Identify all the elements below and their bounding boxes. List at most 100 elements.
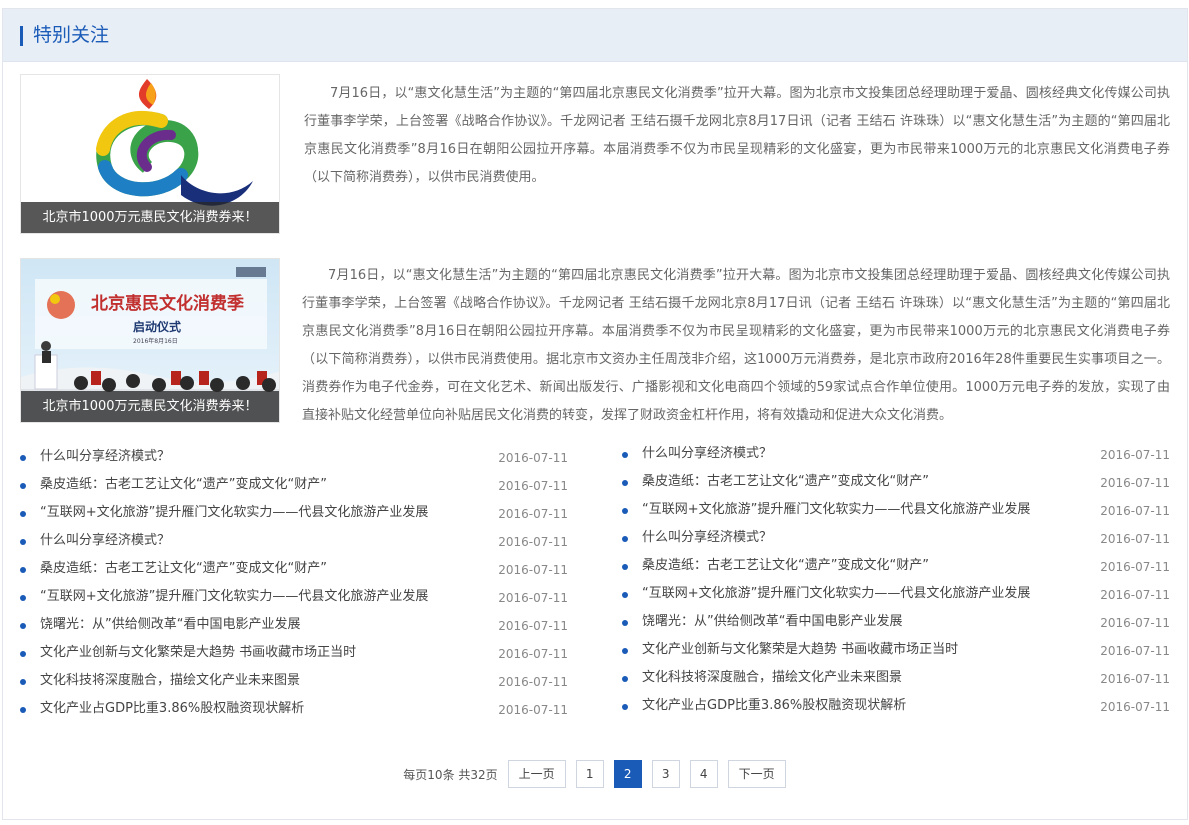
news-date: 2016-07-11 bbox=[498, 647, 568, 661]
news-list-left: 什么叫分享经济模式？ 2016-07-11 桑皮造纸：古老工艺让文化“遗产”变成文… bbox=[20, 443, 568, 723]
bullet-dot-icon bbox=[622, 592, 628, 598]
bullet-dot-icon bbox=[622, 620, 628, 626]
bullet-dot-icon bbox=[20, 679, 26, 685]
banner-subtitle: 启动仪式 bbox=[133, 319, 181, 334]
news-date: 2016-07-11 bbox=[498, 563, 568, 577]
list-item: 饶曙光：从”供给侧改革“看中国电影产业发展 2016-07-11 bbox=[20, 611, 568, 639]
news-link[interactable]: 桑皮造纸：古老工艺让文化“遗产”变成文化“财产” bbox=[642, 468, 929, 496]
bullet-dot-icon bbox=[20, 595, 26, 601]
list-item: “互联网+文化旅游”提升雁门文化软实力——代县文化旅游产业发展 2016-07-1… bbox=[622, 580, 1170, 608]
list-item: 什么叫分享经济模式？ 2016-07-11 bbox=[20, 443, 568, 471]
page-button-4[interactable]: 4 bbox=[689, 760, 718, 788]
news-date: 2016-07-11 bbox=[498, 703, 568, 717]
news-link[interactable]: “互联网+文化旅游”提升雁门文化软实力——代县文化旅游产业发展 bbox=[642, 580, 1030, 608]
news-date: 2016-07-11 bbox=[498, 591, 568, 605]
list-item: 文化产业创新与文化繁荣是大趋势 书画收藏市场正当时 2016-07-11 bbox=[622, 636, 1170, 664]
bullet-dot-icon bbox=[622, 676, 628, 682]
feature-thumbnail-2[interactable]: 北京惠民文化消费季 启动仪式 2016年8月16日 北京市1000万元惠民文化消… bbox=[20, 258, 280, 423]
feature-summary-1: 7月16日，以“惠文化慧生活”为主题的“第四届北京惠民文化消费季”拉开大幕。图为… bbox=[304, 86, 1170, 185]
bullet-dot-icon bbox=[20, 707, 26, 713]
news-date: 2016-07-11 bbox=[1100, 588, 1170, 602]
bullet-dot-icon bbox=[20, 511, 26, 517]
bullet-dot-icon bbox=[20, 455, 26, 461]
news-link[interactable]: 饶曙光：从”供给侧改革“看中国电影产业发展 bbox=[642, 608, 902, 636]
bullet-dot-icon bbox=[622, 564, 628, 570]
list-item: 桑皮造纸：古老工艺让文化“遗产”变成文化“财产” 2016-07-11 bbox=[622, 468, 1170, 496]
news-link[interactable]: 文化产业创新与文化繁荣是大趋势 书画收藏市场正当时 bbox=[40, 639, 356, 667]
pagination-info: 每页10条 共32页 bbox=[403, 767, 498, 782]
prev-page-button[interactable]: 上一页 bbox=[507, 760, 566, 788]
bullet-dot-icon bbox=[20, 483, 26, 489]
news-link[interactable]: 什么叫分享经济模式？ bbox=[40, 443, 170, 471]
news-date: 2016-07-11 bbox=[1100, 476, 1170, 490]
news-date: 2016-07-11 bbox=[498, 535, 568, 549]
news-link[interactable]: 桑皮造纸：古老工艺让文化“遗产”变成文化“财产” bbox=[642, 552, 929, 580]
section-title: 特别关注 bbox=[33, 24, 110, 46]
banner-date: 2016年8月16日 bbox=[133, 337, 178, 345]
news-date: 2016-07-11 bbox=[1100, 504, 1170, 518]
list-item: “互联网+文化旅游”提升雁门文化软实力——代县文化旅游产业发展 2016-07-1… bbox=[622, 496, 1170, 524]
list-item: “互联网+文化旅游”提升雁门文化软实力——代县文化旅游产业发展 2016-07-1… bbox=[20, 583, 568, 611]
news-date: 2016-07-11 bbox=[498, 507, 568, 521]
news-link[interactable]: 文化产业占GDP比重3.86%股权融资现状解析 bbox=[40, 695, 304, 723]
list-item: 饶曙光：从”供给侧改革“看中国电影产业发展 2016-07-11 bbox=[622, 608, 1170, 636]
page-button-3[interactable]: 3 bbox=[651, 760, 680, 788]
page-button-2[interactable]: 2 bbox=[613, 760, 642, 788]
list-item: 文化科技将深度融合，描绘文化产业未来图景 2016-07-11 bbox=[20, 667, 568, 695]
news-link[interactable]: 文化科技将深度融合，描绘文化产业未来图景 bbox=[40, 667, 300, 695]
bullet-dot-icon bbox=[622, 536, 628, 542]
pagination: 每页10条 共32页 上一页 1 2 3 4 下一页 bbox=[0, 760, 1189, 788]
news-date: 2016-07-11 bbox=[1100, 532, 1170, 546]
list-item: 文化科技将深度融合，描绘文化产业未来图景 2016-07-11 bbox=[622, 664, 1170, 692]
list-item: 文化产业占GDP比重3.86%股权融资现状解析 2016-07-11 bbox=[20, 695, 568, 723]
news-date: 2016-07-11 bbox=[498, 619, 568, 633]
list-item: 什么叫分享经济模式？ 2016-07-11 bbox=[622, 524, 1170, 552]
feature-caption-2: 北京市1000万元惠民文化消费券来！ bbox=[21, 391, 279, 422]
news-link[interactable]: 桑皮造纸：古老工艺让文化“遗产”变成文化“财产” bbox=[40, 555, 327, 583]
bullet-dot-icon bbox=[20, 567, 26, 573]
news-link[interactable]: “互联网+文化旅游”提升雁门文化软实力——代县文化旅游产业发展 bbox=[642, 496, 1030, 524]
feature-caption-1: 北京市1000万元惠民文化消费券来！ bbox=[21, 202, 279, 233]
news-date: 2016-07-11 bbox=[498, 451, 568, 465]
news-link[interactable]: 文化科技将深度融合，描绘文化产业未来图景 bbox=[642, 664, 902, 692]
list-item: 什么叫分享经济模式？ 2016-07-11 bbox=[622, 440, 1170, 468]
bullet-dot-icon bbox=[622, 648, 628, 654]
panel-header: 特别关注 bbox=[3, 9, 1187, 62]
header-accent-bar bbox=[20, 26, 23, 46]
bullet-dot-icon bbox=[20, 651, 26, 657]
news-link[interactable]: 文化产业占GDP比重3.86%股权融资现状解析 bbox=[642, 692, 906, 720]
bullet-dot-icon bbox=[622, 508, 628, 514]
news-list-right: 什么叫分享经济模式？ 2016-07-11 桑皮造纸：古老工艺让文化“遗产”变成文… bbox=[622, 440, 1170, 720]
news-date: 2016-07-11 bbox=[1100, 616, 1170, 630]
news-link[interactable]: 什么叫分享经济模式？ bbox=[40, 527, 170, 555]
news-date: 2016-07-11 bbox=[498, 675, 568, 689]
news-date: 2016-07-11 bbox=[1100, 560, 1170, 574]
feature-thumbnail-1[interactable]: 北京市1000万元惠民文化消费券来！ bbox=[20, 74, 280, 234]
list-item: “互联网+文化旅游”提升雁门文化软实力——代县文化旅游产业发展 2016-07-1… bbox=[20, 499, 568, 527]
feature-summary-2: 7月16日，以“惠文化慧生活”为主题的“第四届北京惠民文化消费季”拉开大幕。图为… bbox=[302, 268, 1170, 423]
feature-article-2: 北京惠民文化消费季 启动仪式 2016年8月16日 北京市1000万元惠民文化消… bbox=[20, 258, 1170, 423]
news-date: 2016-07-11 bbox=[1100, 448, 1170, 462]
list-item: 文化产业创新与文化繁荣是大趋势 书画收藏市场正当时 2016-07-11 bbox=[20, 639, 568, 667]
bullet-dot-icon bbox=[20, 623, 26, 629]
list-item: 文化产业占GDP比重3.86%股权融资现状解析 2016-07-11 bbox=[622, 692, 1170, 720]
news-date: 2016-07-11 bbox=[498, 479, 568, 493]
news-link[interactable]: 什么叫分享经济模式？ bbox=[642, 440, 772, 468]
news-link[interactable]: 文化产业创新与文化繁荣是大趋势 书画收藏市场正当时 bbox=[642, 636, 958, 664]
list-item: 桑皮造纸：古老工艺让文化“遗产”变成文化“财产” 2016-07-11 bbox=[622, 552, 1170, 580]
bullet-dot-icon bbox=[622, 452, 628, 458]
news-date: 2016-07-11 bbox=[1100, 644, 1170, 658]
news-link[interactable]: 什么叫分享经济模式？ bbox=[642, 524, 772, 552]
news-link[interactable]: “互联网+文化旅游”提升雁门文化软实力——代县文化旅游产业发展 bbox=[40, 583, 428, 611]
news-date: 2016-07-11 bbox=[1100, 672, 1170, 686]
news-link[interactable]: 饶曙光：从”供给侧改革“看中国电影产业发展 bbox=[40, 611, 300, 639]
bullet-dot-icon bbox=[622, 480, 628, 486]
news-link[interactable]: “互联网+文化旅游”提升雁门文化软实力——代县文化旅游产业发展 bbox=[40, 499, 428, 527]
bullet-dot-icon bbox=[622, 704, 628, 710]
next-page-button[interactable]: 下一页 bbox=[727, 760, 786, 788]
list-item: 什么叫分享经济模式？ 2016-07-11 bbox=[20, 527, 568, 555]
list-item: 桑皮造纸：古老工艺让文化“遗产”变成文化“财产” 2016-07-11 bbox=[20, 471, 568, 499]
banner-title: 北京惠民文化消费季 bbox=[91, 293, 244, 314]
news-link[interactable]: 桑皮造纸：古老工艺让文化“遗产”变成文化“财产” bbox=[40, 471, 327, 499]
page-button-1[interactable]: 1 bbox=[575, 760, 604, 788]
